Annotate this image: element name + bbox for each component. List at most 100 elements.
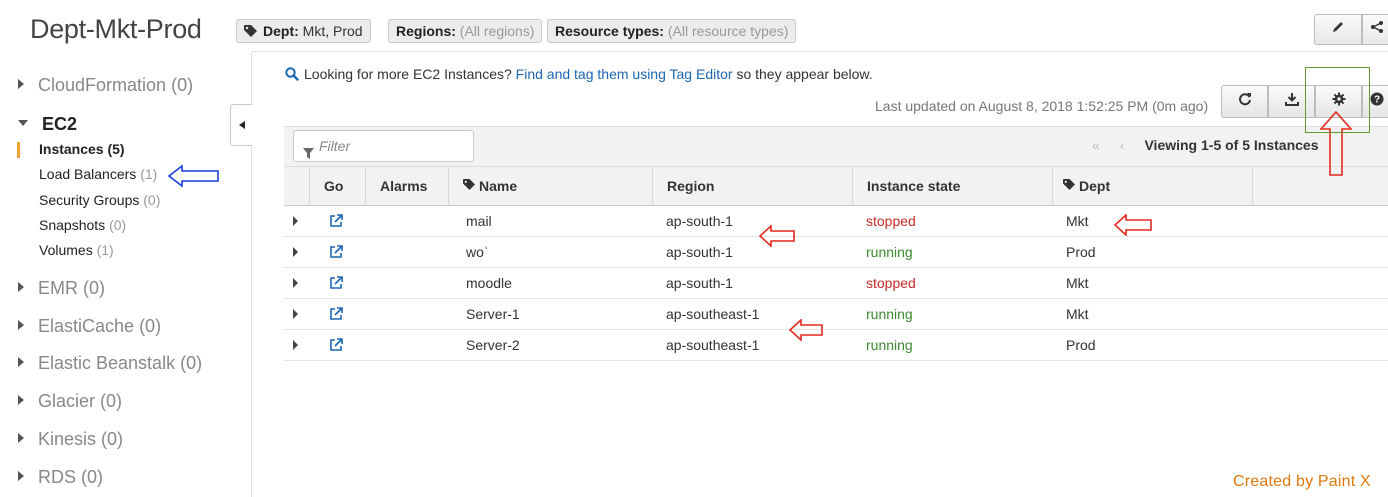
table-row[interactable]: Server-2 ap-southeast-1 running Prod (284, 330, 1388, 361)
sidebar-service-kinesis[interactable]: Kinesis (0) (18, 429, 123, 450)
edit-button[interactable] (1314, 14, 1362, 45)
external-link-icon[interactable] (329, 214, 343, 231)
row-expand-caret-icon[interactable] (293, 247, 298, 257)
red-annotation-arrow-icon (759, 225, 795, 247)
tag-icon (463, 166, 476, 205)
row-expand-caret-icon[interactable] (293, 309, 298, 319)
external-link-icon[interactable] (329, 338, 343, 355)
collapse-caret-icon (18, 120, 28, 127)
instance-state: stopped (866, 275, 916, 291)
expand-caret-icon (18, 357, 24, 368)
column-alarms[interactable]: Alarms (365, 167, 461, 206)
page-title: Dept-Mkt-Prod (30, 14, 202, 44)
sidebar-service-elastic-beanstalk[interactable]: Elastic Beanstalk (0) (18, 353, 202, 374)
external-link-icon[interactable] (329, 276, 343, 293)
row-expand-caret-icon[interactable] (293, 278, 298, 288)
download-icon (1284, 92, 1299, 111)
instance-region: ap-south-1 (666, 244, 733, 260)
instance-name: Server-2 (466, 337, 520, 353)
expand-caret-icon (18, 395, 24, 406)
sidebar-service-rds[interactable]: RDS (0) (18, 467, 103, 488)
table-row[interactable]: mail ap-south-1 stopped Mkt (284, 206, 1388, 237)
instance-dept: Prod (1066, 244, 1096, 260)
sidebar: CloudFormation (0) EC2 Instances (5) Loa… (0, 52, 252, 497)
dept-tag-badge[interactable]: Dept: Mkt, Prod (236, 19, 371, 43)
viewing-count: Viewing 1-5 of 5 Instances (1144, 137, 1319, 153)
regions-badge[interactable]: Regions: (All regions) (388, 19, 543, 43)
red-annotation-arrow-icon (789, 319, 823, 341)
sidebar-service-elasticache[interactable]: ElastiCache (0) (18, 316, 161, 337)
expand-caret-icon (18, 79, 24, 90)
expand-caret-icon (18, 320, 24, 331)
sidebar-service-emr[interactable]: EMR (0) (18, 278, 105, 299)
instance-state: running (866, 337, 913, 353)
sidebar-item-instances[interactable]: Instances (5) (39, 141, 125, 157)
instance-dept: Mkt (1066, 275, 1089, 291)
info-message: Looking for more EC2 Instances? Find and… (285, 66, 873, 84)
share-button[interactable] (1362, 14, 1388, 45)
first-page-button[interactable]: « (1092, 137, 1100, 153)
share-icon (1370, 20, 1384, 39)
external-link-icon[interactable] (329, 307, 343, 324)
settings-highlight-box (1305, 67, 1370, 133)
table-row[interactable]: woʿ ap-south-1 running Prod (284, 237, 1388, 268)
sidebar-item-security-groups[interactable]: Security Groups (0) (39, 192, 160, 208)
sidebar-service-glacier[interactable]: Glacier (0) (18, 391, 122, 412)
instance-name: mail (466, 213, 492, 229)
expand-caret-icon (18, 282, 24, 293)
active-item-marker (17, 142, 20, 158)
red-annotation-arrow-icon (1114, 214, 1152, 236)
external-link-icon[interactable] (329, 245, 343, 262)
instance-dept: Prod (1066, 337, 1096, 353)
table-header: Go Alarms Name Region Instance state Dep… (284, 166, 1388, 206)
instance-region: ap-southeast-1 (666, 306, 760, 322)
blue-annotation-arrow-icon (168, 164, 219, 188)
last-updated-text: Last updated on August 8, 2018 1:52:25 P… (875, 98, 1209, 114)
column-instance-state[interactable]: Instance state (852, 167, 1052, 206)
credit-watermark: Created by Paint X (1233, 473, 1371, 490)
instance-region: ap-southeast-1 (666, 337, 760, 353)
sidebar-item-load-balancers[interactable]: Load Balancers (1) (39, 166, 157, 182)
instance-state: running (866, 306, 913, 322)
pagination: « ‹ Viewing 1-5 of 5 Instances (1092, 137, 1319, 153)
sidebar-collapse-button[interactable] (230, 104, 252, 146)
expand-caret-icon (18, 471, 24, 482)
sidebar-item-volumes[interactable]: Volumes (1) (39, 242, 114, 258)
column-go[interactable]: Go (309, 167, 365, 206)
tag-editor-link[interactable]: Find and tag them using Tag Editor (516, 66, 733, 82)
table-toolbar: Filter « ‹ Viewing 1-5 of 5 Instances (284, 126, 1388, 166)
tag-icon (244, 21, 258, 43)
filter-input[interactable]: Filter (293, 130, 474, 162)
instance-dept: Mkt (1066, 306, 1089, 322)
prev-page-button[interactable]: ‹ (1120, 137, 1125, 153)
instance-state: stopped (866, 213, 916, 229)
search-icon (285, 67, 299, 84)
svg-text:?: ? (1374, 95, 1380, 106)
table-row[interactable]: moodle ap-south-1 stopped Mkt (284, 268, 1388, 299)
refresh-button[interactable] (1221, 85, 1268, 118)
sidebar-service-ec2[interactable]: EC2 (18, 114, 77, 135)
tag-icon (1063, 166, 1076, 205)
header-divider (252, 51, 1388, 52)
table-row[interactable]: Server-1 ap-southeast-1 running Mkt (284, 299, 1388, 330)
row-expand-caret-icon[interactable] (293, 216, 298, 226)
sidebar-item-snapshots[interactable]: Snapshots (0) (39, 217, 126, 233)
instance-name: Server-1 (466, 306, 520, 322)
column-expand (284, 167, 309, 206)
column-dept[interactable]: Dept (1052, 167, 1252, 206)
column-region[interactable]: Region (652, 167, 852, 206)
help-icon: ? (1370, 92, 1384, 111)
pencil-icon (1331, 20, 1345, 39)
instance-region: ap-south-1 (666, 213, 733, 229)
instance-name: woʿ (466, 244, 489, 260)
row-expand-caret-icon[interactable] (293, 340, 298, 350)
expand-caret-icon (18, 433, 24, 444)
chevron-left-icon (238, 116, 245, 134)
refresh-icon (1238, 92, 1252, 111)
instance-name: moodle (466, 275, 512, 291)
instance-state: running (866, 244, 913, 260)
column-name[interactable]: Name (448, 167, 650, 206)
sidebar-service-cloudformation[interactable]: CloudFormation (0) (18, 75, 193, 96)
instance-dept: Mkt (1066, 213, 1089, 229)
resource-types-badge[interactable]: Resource types: (All resource types) (547, 19, 797, 43)
